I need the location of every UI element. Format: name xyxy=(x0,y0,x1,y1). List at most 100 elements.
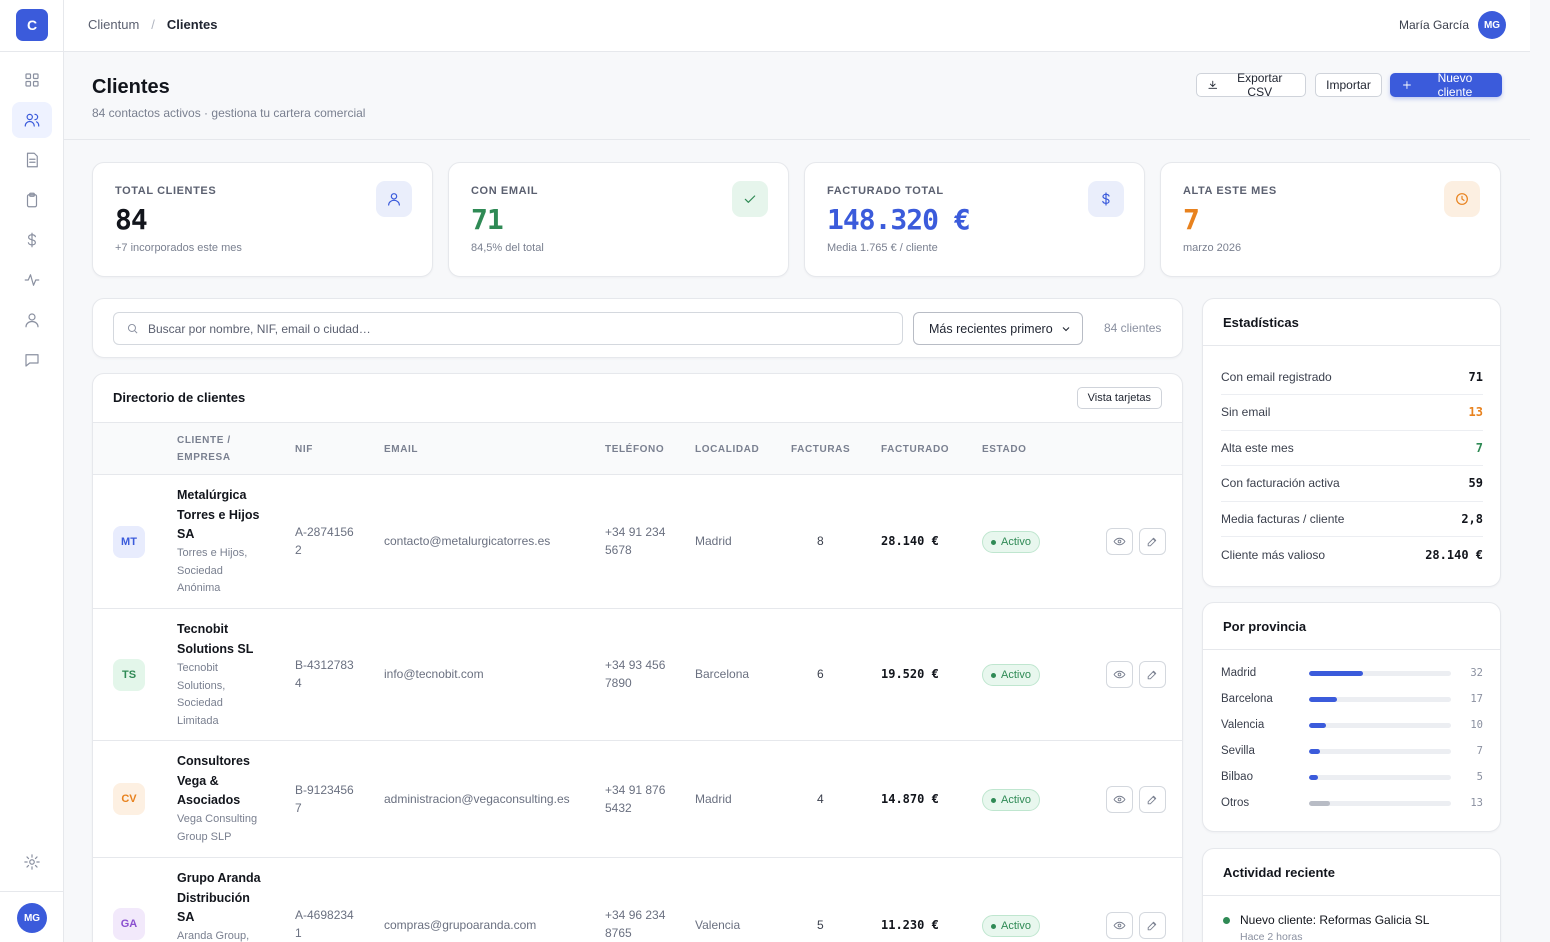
status-badge: Activo xyxy=(982,664,1040,686)
province-row[interactable]: Otros 13 xyxy=(1221,790,1483,816)
client-email[interactable]: contacto@metalurgicatorres.es xyxy=(384,532,550,550)
client-avatar: CV xyxy=(113,783,145,815)
search-input[interactable] xyxy=(148,321,848,336)
nav-ajustes[interactable] xyxy=(12,844,52,880)
province-count: 5 xyxy=(1476,771,1483,783)
edit-client-button[interactable] xyxy=(1139,661,1166,688)
nav-mensajes[interactable] xyxy=(12,342,52,378)
client-invoices: 8 xyxy=(817,534,824,548)
nav-dashboard[interactable] xyxy=(12,62,52,98)
stat-value: 2,8 xyxy=(1461,511,1483,526)
stat-label: Cliente más valioso xyxy=(1221,548,1326,562)
province-row[interactable]: Bilbao 5 xyxy=(1221,764,1483,790)
province-name: Sevilla xyxy=(1221,745,1255,757)
province-bar-fill xyxy=(1309,774,1318,780)
kpi-value: 71 xyxy=(471,203,504,236)
eye-icon xyxy=(1113,795,1126,804)
user-name: María García xyxy=(1398,18,1469,32)
view-client-button[interactable] xyxy=(1106,528,1133,555)
column-header-email[interactable]: EMAIL xyxy=(384,441,418,458)
stat-value: 71 xyxy=(1468,369,1483,384)
topbar: Clientum / Clientes María García MG xyxy=(64,0,1530,52)
edit-client-button[interactable] xyxy=(1139,912,1166,939)
client-name[interactable]: Grupo Aranda Distribución SA xyxy=(177,869,267,928)
view-client-button[interactable] xyxy=(1106,786,1133,813)
new-client-button[interactable]: Nuevo cliente xyxy=(1390,71,1502,99)
client-billed: 14.870 € xyxy=(881,792,939,806)
view-client-button[interactable] xyxy=(1106,912,1133,939)
status-dot xyxy=(991,923,996,929)
client-name[interactable]: Tecnobit Solutions SL xyxy=(177,620,267,659)
user-menu[interactable]: María García MG xyxy=(1399,11,1506,39)
table-row[interactable]: MT Metalúrgica Torres e Hijos SA Torres … xyxy=(93,475,1182,609)
province-row[interactable]: Barcelona 17 xyxy=(1221,686,1483,712)
edit-client-button[interactable] xyxy=(1139,786,1166,813)
client-name[interactable]: Metalúrgica Torres e Hijos SA xyxy=(177,486,273,545)
app-logo[interactable]: C xyxy=(16,9,48,41)
activity-time: Hace 2 horas xyxy=(1240,931,1303,942)
client-email[interactable]: info@tecnobit.com xyxy=(384,665,484,683)
nav-presupuestos[interactable] xyxy=(12,182,52,218)
province-count: 17 xyxy=(1470,693,1483,705)
user-icon xyxy=(25,313,39,328)
avatar: MG xyxy=(1478,11,1506,39)
province-row[interactable]: Valencia 10 xyxy=(1221,712,1483,738)
status-badge: Activo xyxy=(982,531,1040,553)
client-email[interactable]: compras@grupoaranda.com xyxy=(384,916,536,934)
table-row[interactable]: CV Consultores Vega & Asociados Vega Con… xyxy=(93,741,1182,858)
search-box[interactable] xyxy=(113,312,903,345)
column-header-facturas[interactable]: FACTURAS xyxy=(791,441,850,458)
export-csv-button[interactable]: Exportar CSV xyxy=(1196,71,1306,99)
nav-cobros[interactable] xyxy=(12,222,52,258)
search-icon xyxy=(127,323,138,334)
client-legal-name: Aranda Group, xyxy=(177,930,250,942)
nav-actividad[interactable] xyxy=(12,262,52,298)
column-header-telefono[interactable]: TELÉFONO xyxy=(605,441,664,458)
activity-item[interactable]: Nuevo cliente: Reformas Galicia SL Hace … xyxy=(1223,913,1429,942)
nav-clientes[interactable] xyxy=(12,102,52,138)
stat-row: Sin email 13 xyxy=(1221,395,1483,431)
stat-label: Sin email xyxy=(1221,405,1271,420)
province-count: 13 xyxy=(1470,797,1483,809)
province-bar-fill xyxy=(1309,800,1331,806)
nav-facturas[interactable] xyxy=(12,142,52,178)
client-phone: +34 91 876 5432 xyxy=(605,783,666,815)
province-row[interactable]: Sevilla 7 xyxy=(1221,738,1483,764)
nav-usuarios[interactable] xyxy=(12,302,52,338)
column-header-nif[interactable]: NIF xyxy=(295,441,313,458)
stat-row: Alta este mes 7 xyxy=(1221,430,1483,467)
client-email[interactable]: administracion@vegaconsulting.es xyxy=(384,790,570,808)
card-view-toggle[interactable]: Vista tarjetas xyxy=(1076,387,1162,409)
breadcrumb-current: Clientes xyxy=(166,17,218,32)
client-name[interactable]: Consultores Vega & Asociados xyxy=(177,752,261,811)
table-row[interactable]: GA Grupo Aranda Distribución SA Aranda G… xyxy=(93,858,1182,942)
column-header-facturado[interactable]: FACTURADO xyxy=(881,441,949,458)
clipboard-icon xyxy=(26,192,38,208)
sidebar-avatar[interactable]: MG xyxy=(17,903,47,933)
page-title: Clientes xyxy=(92,76,170,98)
column-header-localidad[interactable]: LOCALIDAD xyxy=(695,441,759,458)
kpi-label: FACTURADO TOTAL xyxy=(827,185,944,197)
breadcrumb: Clientum / Clientes xyxy=(88,17,218,32)
sort-select[interactable]: Más recientes primero xyxy=(913,312,1083,345)
stats-title: Estadísticas xyxy=(1223,315,1299,330)
status-label: Activo xyxy=(1001,536,1031,548)
import-button[interactable]: Importar xyxy=(1315,73,1382,97)
column-header-estado[interactable]: ESTADO xyxy=(982,441,1027,458)
table-row[interactable]: TS Tecnobit Solutions SL Tecnobit Soluti… xyxy=(93,609,1182,741)
breadcrumb-root[interactable]: Clientum xyxy=(88,17,139,32)
province-row[interactable]: Madrid 32 xyxy=(1221,660,1483,686)
province-title: Por provincia xyxy=(1223,619,1307,634)
client-city: Madrid xyxy=(695,792,732,806)
user-icon xyxy=(388,193,400,206)
edit-client-button[interactable] xyxy=(1139,528,1166,555)
province-name: Barcelona xyxy=(1221,693,1273,705)
client-billed: 28.140 € xyxy=(881,534,939,548)
panel-divider xyxy=(1203,649,1500,650)
province-name: Valencia xyxy=(1221,719,1265,731)
kpi-icon-box xyxy=(1444,181,1480,217)
chat-icon xyxy=(25,354,39,367)
view-client-button[interactable] xyxy=(1106,661,1133,688)
column-header-cliente[interactable]: CLIENTE / EMPRESA xyxy=(177,432,257,466)
province-bar-fill xyxy=(1309,722,1327,728)
